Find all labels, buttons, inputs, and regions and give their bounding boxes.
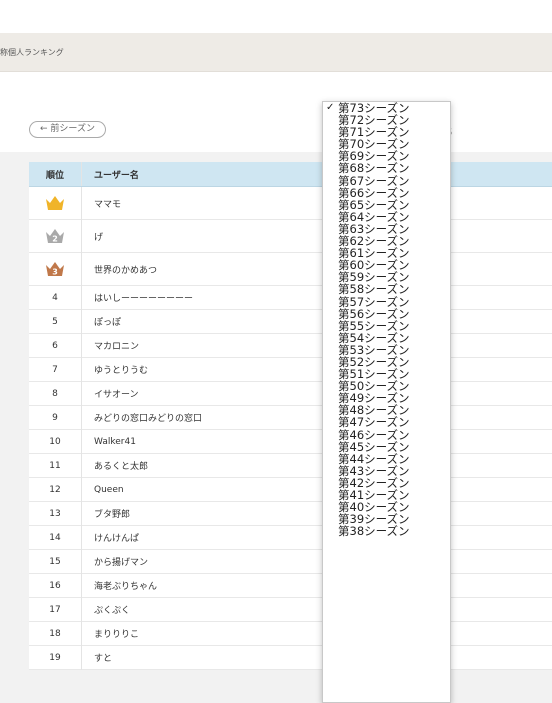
table-row: 15から揚げマン [29, 550, 552, 574]
username-cell[interactable]: あるくと太郎 [82, 454, 552, 478]
username-cell[interactable]: すと [82, 646, 552, 670]
table-row: ママモ [29, 187, 552, 220]
username-cell[interactable]: ブタ野郎 [82, 502, 552, 526]
checkmark-icon: ✓ [326, 102, 334, 114]
rank-header: 順位 [29, 162, 82, 187]
rank-cell: 15 [29, 550, 82, 574]
username-cell[interactable]: ぽっぽ [82, 310, 552, 334]
prev-season-button[interactable]: ← 前シーズン [29, 121, 106, 138]
rank-cell: 6 [29, 334, 82, 358]
rank-cell: 8 [29, 382, 82, 406]
username-cell[interactable]: げ [82, 220, 552, 253]
username-cell[interactable]: みどりの窓口みどりの窓口 [82, 406, 552, 430]
rank-cell: 13 [29, 502, 82, 526]
username-cell[interactable]: 世界のかめあつ [82, 253, 552, 286]
table-row: 14けんけんぱ [29, 526, 552, 550]
rank-cell: 19 [29, 646, 82, 670]
season-option[interactable]: 第38シーズン [323, 525, 450, 537]
top-bar [0, 0, 552, 33]
table-row: 12Queen [29, 478, 552, 502]
rank-cell: 17 [29, 598, 82, 622]
username-cell[interactable]: Queen [82, 478, 552, 502]
table-row: 3 世界のかめあつ [29, 253, 552, 286]
table-row: 17ぷくぷく [29, 598, 552, 622]
username-cell[interactable]: けんけんぱ [82, 526, 552, 550]
rank-cell: 4 [29, 286, 82, 310]
username-cell[interactable]: ぷくぷく [82, 598, 552, 622]
svg-text:2: 2 [52, 235, 58, 244]
gold-crown-icon [29, 187, 82, 220]
username-cell[interactable]: まりりりこ [82, 622, 552, 646]
user-header: ユーザー名 [82, 162, 552, 187]
table-row: 18まりりりこ [29, 622, 552, 646]
table-row: 8イサオーン [29, 382, 552, 406]
bronze-crown-icon: 3 [29, 253, 82, 286]
username-cell[interactable]: イサオーン [82, 382, 552, 406]
username-cell[interactable]: から揚げマン [82, 550, 552, 574]
ranking-header-area [0, 72, 552, 152]
svg-text:3: 3 [52, 268, 58, 277]
rank-cell: 18 [29, 622, 82, 646]
username-cell[interactable]: ゆうとりうむ [82, 358, 552, 382]
rank-cell: 12 [29, 478, 82, 502]
season-option-label: 第38シーズン [338, 524, 410, 538]
table-row: 2げ [29, 220, 552, 253]
table-row: 9みどりの窓口みどりの窓口 [29, 406, 552, 430]
username-cell[interactable]: 海老ぶりちゃん [82, 574, 552, 598]
table-row: 4はいしーーーーーーーー [29, 286, 552, 310]
breadcrumb[interactable]: 称個人ランキング [0, 47, 64, 58]
rank-cell: 9 [29, 406, 82, 430]
rank-cell: 10 [29, 430, 82, 454]
rank-cell: 7 [29, 358, 82, 382]
table-row: 5ぽっぽ [29, 310, 552, 334]
table-row: 6マカロニン [29, 334, 552, 358]
table-row: 11あるくと太郎 [29, 454, 552, 478]
table-row: 19すと [29, 646, 552, 670]
username-cell[interactable]: Walker41 [82, 430, 552, 454]
silver-crown-icon: 2 [29, 220, 82, 253]
table-row: 16海老ぶりちゃん [29, 574, 552, 598]
table-header-row: 順位 ユーザー名 [29, 162, 552, 187]
breadcrumb-bar: 称個人ランキング [0, 33, 552, 72]
table-row: 13ブタ野郎 [29, 502, 552, 526]
rank-cell: 14 [29, 526, 82, 550]
username-cell[interactable]: ママモ [82, 187, 552, 220]
rank-cell: 11 [29, 454, 82, 478]
username-cell[interactable]: マカロニン [82, 334, 552, 358]
table-row: 7ゆうとりうむ [29, 358, 552, 382]
rank-cell: 16 [29, 574, 82, 598]
ranking-table: 順位 ユーザー名 ママモ2げ3世界のかめあつ4はいしーーーーーーーー5ぽっぽ6マ… [29, 162, 552, 670]
rank-cell: 5 [29, 310, 82, 334]
season-dropdown-menu[interactable]: ✓第73シーズン第72シーズン第71シーズン第70シーズン第69シーズン第68シ… [322, 101, 451, 703]
username-cell[interactable]: はいしーーーーーーーー [82, 286, 552, 310]
table-row: 10Walker41 [29, 430, 552, 454]
